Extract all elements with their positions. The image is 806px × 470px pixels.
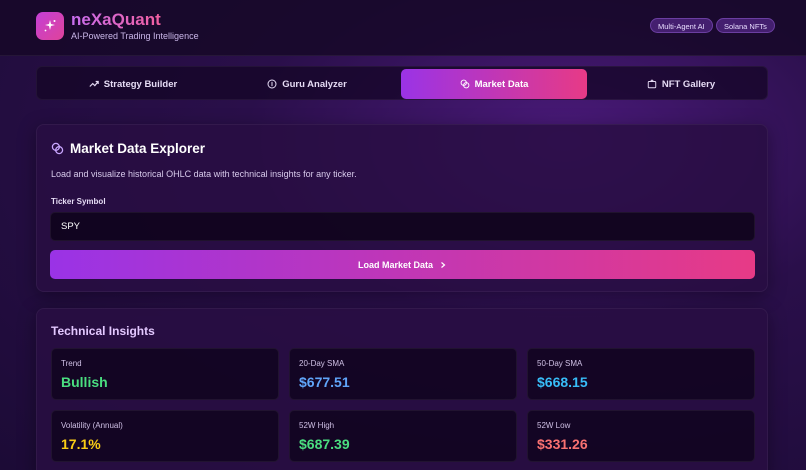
logo bbox=[36, 12, 64, 40]
card-value: Bullish bbox=[61, 374, 108, 390]
trend-up-icon bbox=[89, 80, 99, 87]
tab-label: Strategy Builder bbox=[103, 78, 178, 90]
app-header: neXaQuant AI-Powered Trading Intelligenc… bbox=[0, 0, 806, 56]
card-label: 52W High bbox=[299, 421, 335, 430]
card-label: 50-Day SMA bbox=[537, 359, 583, 368]
insights-title: Technical Insights bbox=[51, 324, 155, 338]
load-market-data-button[interactable]: Load Market Data bbox=[50, 250, 755, 279]
tab-market-data[interactable]: Market Data bbox=[401, 69, 587, 99]
tab-label: Guru Analyzer bbox=[282, 78, 347, 90]
insight-card-20-day-sma: 20-Day SMA $677.51 bbox=[289, 348, 517, 400]
tab-strategy-builder[interactable]: Strategy Builder bbox=[40, 69, 226, 99]
card-value: $331.26 bbox=[537, 436, 588, 452]
card-value: $677.51 bbox=[299, 374, 350, 390]
technical-insights-panel: Technical Insights Trend Bullish 20-Day … bbox=[36, 308, 768, 470]
card-value: 17.1% bbox=[61, 436, 101, 452]
tab-label: Market Data bbox=[474, 78, 529, 90]
brand-name: neXaQuant bbox=[71, 10, 161, 29]
load-button-label: Load Market Data bbox=[357, 259, 434, 270]
ticker-input[interactable] bbox=[50, 212, 755, 241]
insight-card-trend: Trend Bullish bbox=[51, 348, 279, 400]
market-data-explorer-panel: Market Data Explorer Load and visualize … bbox=[36, 124, 768, 292]
card-label: 20-Day SMA bbox=[299, 359, 345, 368]
chevron-right-icon bbox=[441, 261, 446, 268]
explorer-title: Market Data Explorer bbox=[70, 141, 206, 156]
tab-label: NFT Gallery bbox=[661, 78, 716, 90]
insight-card-50-day-sma: 50-Day SMA $668.15 bbox=[527, 348, 755, 400]
insight-card-52w-low: 52W Low $331.26 bbox=[527, 410, 755, 462]
card-label: Trend bbox=[61, 359, 82, 368]
badge-multi-agent: Multi-Agent AI bbox=[650, 18, 713, 33]
ticker-label: Ticker Symbol bbox=[51, 197, 106, 206]
insight-card-volatility: Volatility (Annual) 17.1% bbox=[51, 410, 279, 462]
sparkle-icon bbox=[44, 20, 56, 32]
explorer-description: Load and visualize historical OHLC data … bbox=[51, 169, 357, 179]
main-tabs: Strategy Builder Guru Analyzer Market Da… bbox=[36, 66, 768, 100]
brand-tagline: AI-Powered Trading Intelligence bbox=[71, 31, 199, 41]
image-icon bbox=[647, 79, 657, 89]
tab-guru-analyzer[interactable]: Guru Analyzer bbox=[214, 69, 400, 99]
insight-card-52w-high: 52W High $687.39 bbox=[289, 410, 517, 462]
coins-icon bbox=[460, 79, 469, 89]
card-label: 52W Low bbox=[537, 421, 571, 430]
explorer-heading: Market Data Explorer bbox=[51, 141, 205, 156]
tab-nft-gallery[interactable]: NFT Gallery bbox=[588, 69, 774, 99]
card-value: $668.15 bbox=[537, 374, 588, 390]
badge-solana-nfts: Solana NFTs bbox=[716, 18, 775, 33]
card-value: $687.39 bbox=[299, 436, 350, 452]
coins-icon bbox=[51, 142, 64, 155]
info-circle-icon bbox=[267, 79, 277, 89]
card-label: Volatility (Annual) bbox=[61, 421, 123, 430]
